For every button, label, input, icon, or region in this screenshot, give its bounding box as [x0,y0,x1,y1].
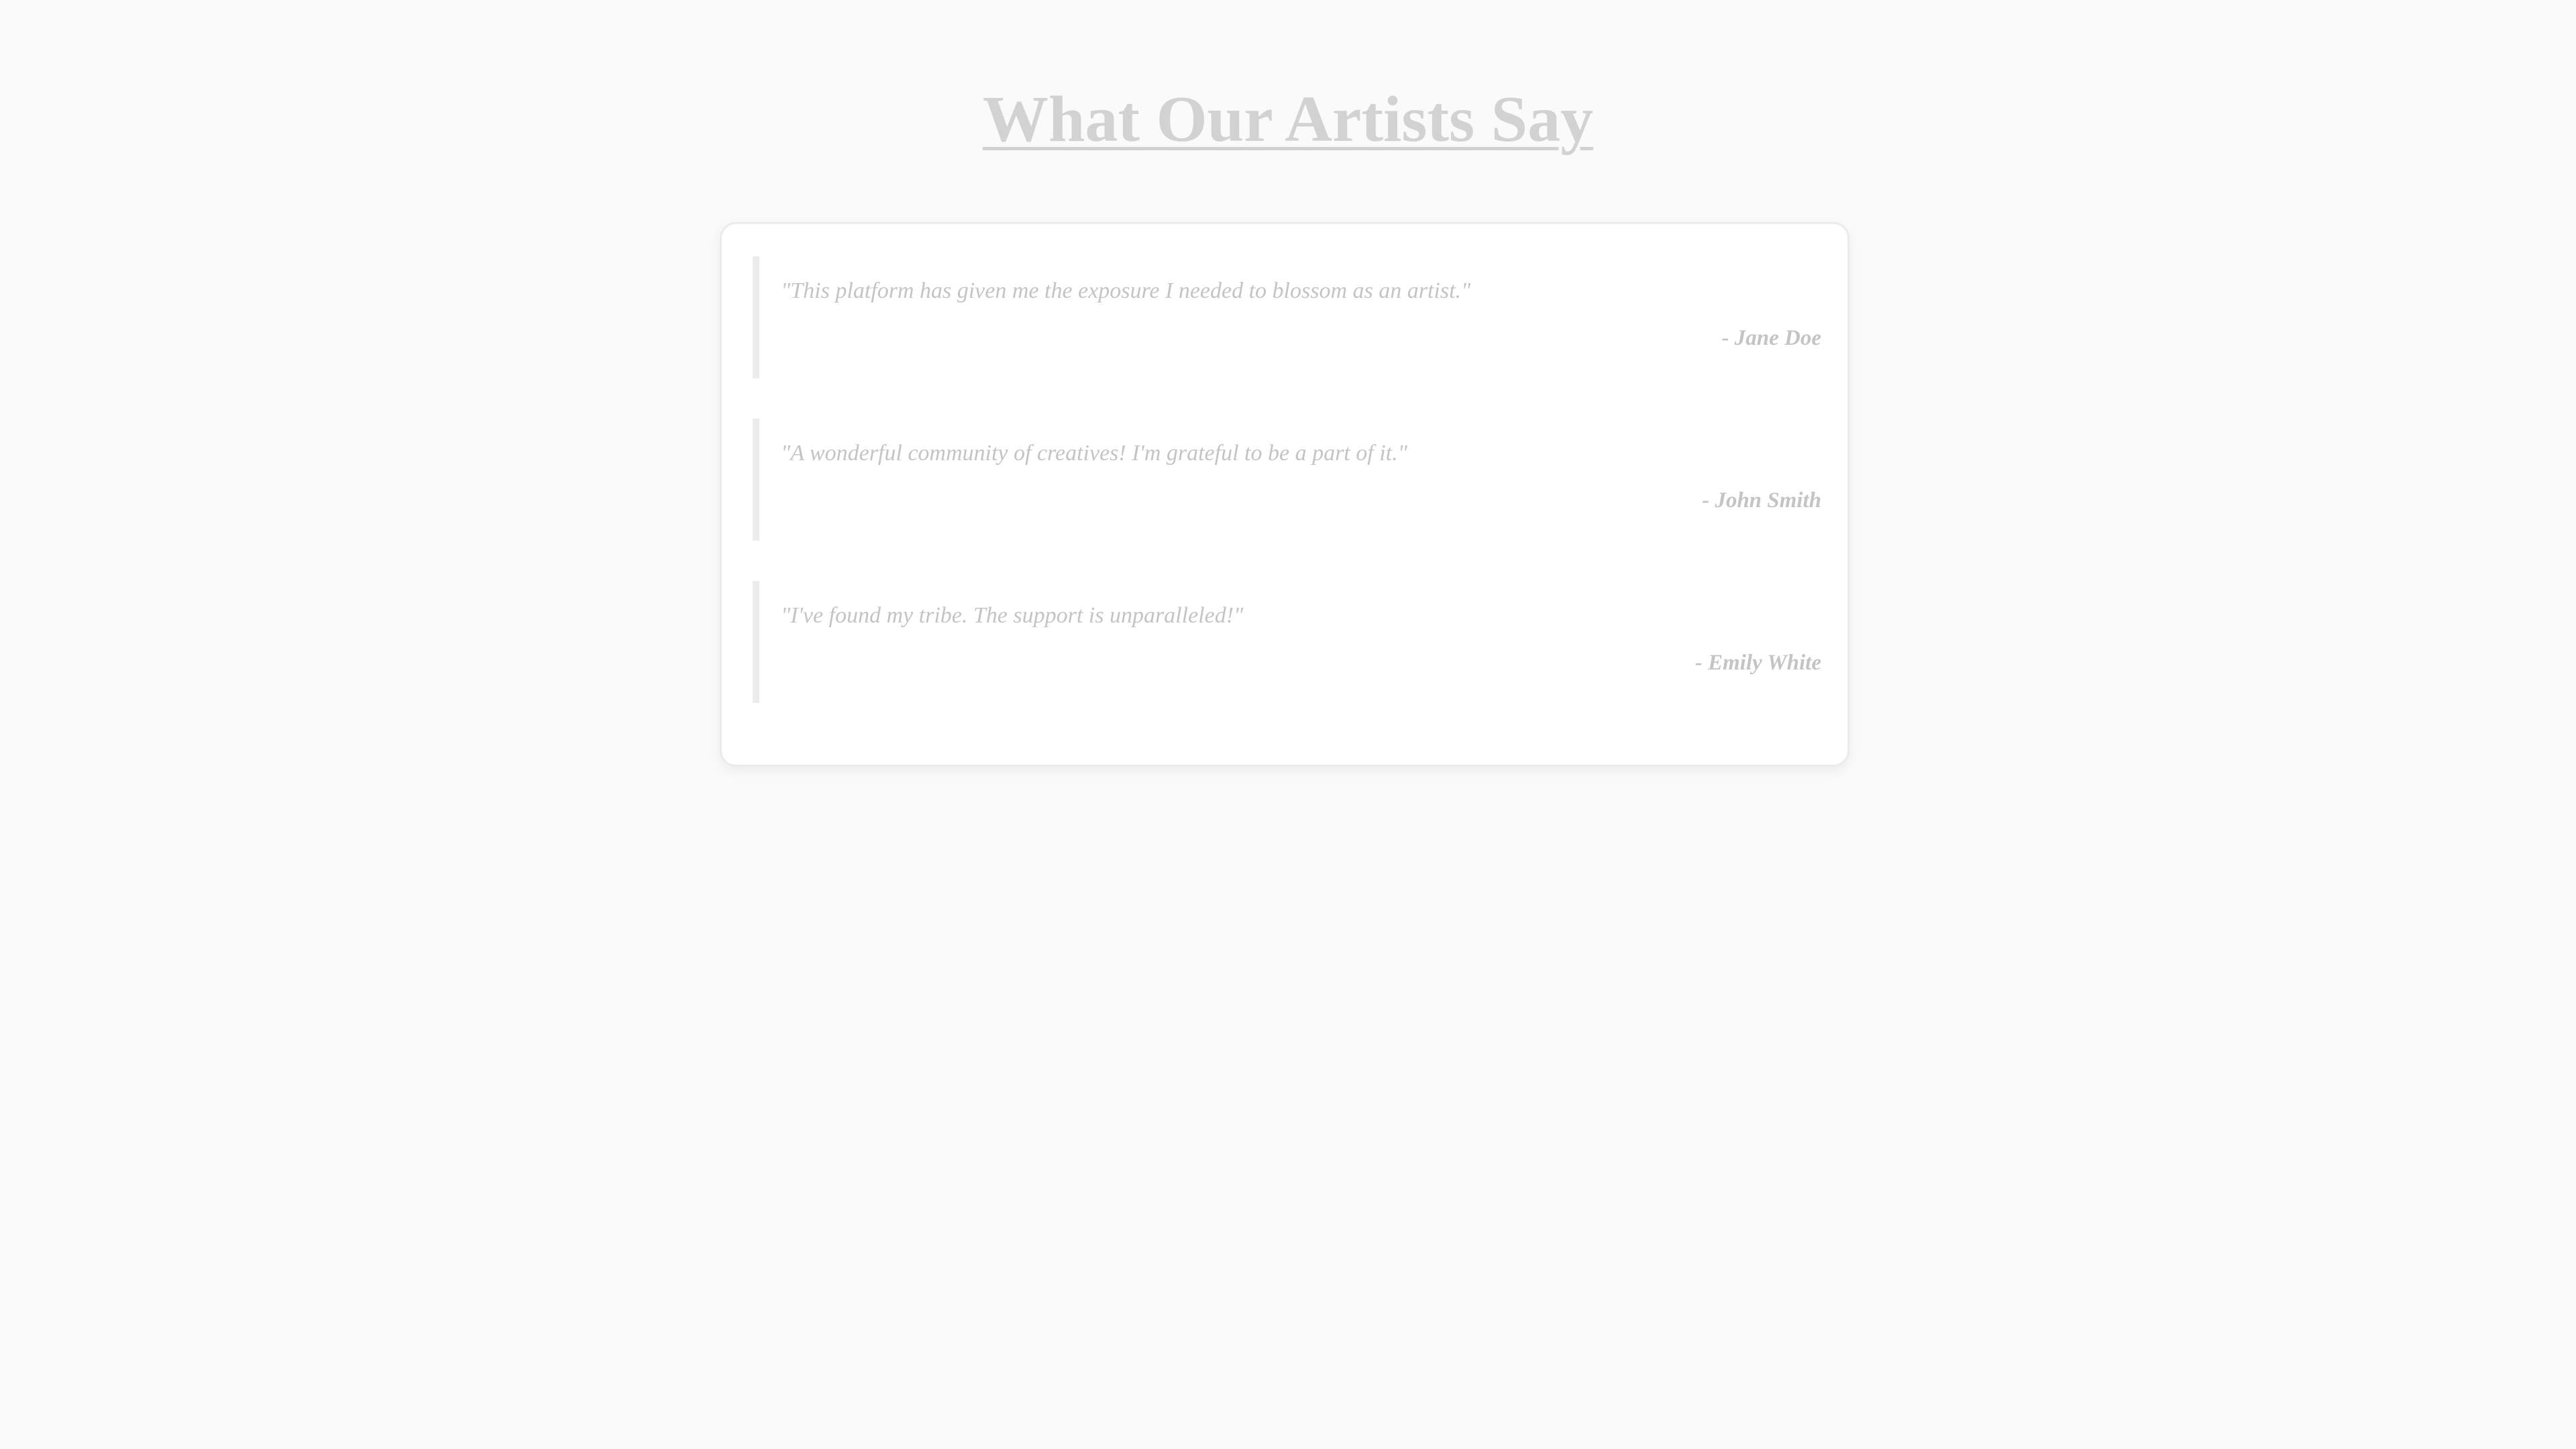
testimonials-card: "This platform has given me the exposure… [720,222,1849,767]
testimonial-quote: "This platform has given me the exposure… [781,278,1471,303]
testimonial-item: "A wonderful community of creatives! I'm… [753,419,1821,541]
testimonial-author: - Jane Doe [1721,326,1821,350]
page-title: What Our Artists Say [982,83,1594,156]
testimonial-quote: "I've found my tribe. The support is unp… [781,603,1244,628]
testimonial-item: "This platform has given me the exposure… [753,256,1821,378]
testimonial-quote: "A wonderful community of creatives! I'm… [781,441,1407,466]
testimonial-item: "I've found my tribe. The support is unp… [753,581,1821,703]
testimonial-author: - John Smith [1702,488,1821,513]
testimonial-author: - Emily White [1695,651,1821,675]
